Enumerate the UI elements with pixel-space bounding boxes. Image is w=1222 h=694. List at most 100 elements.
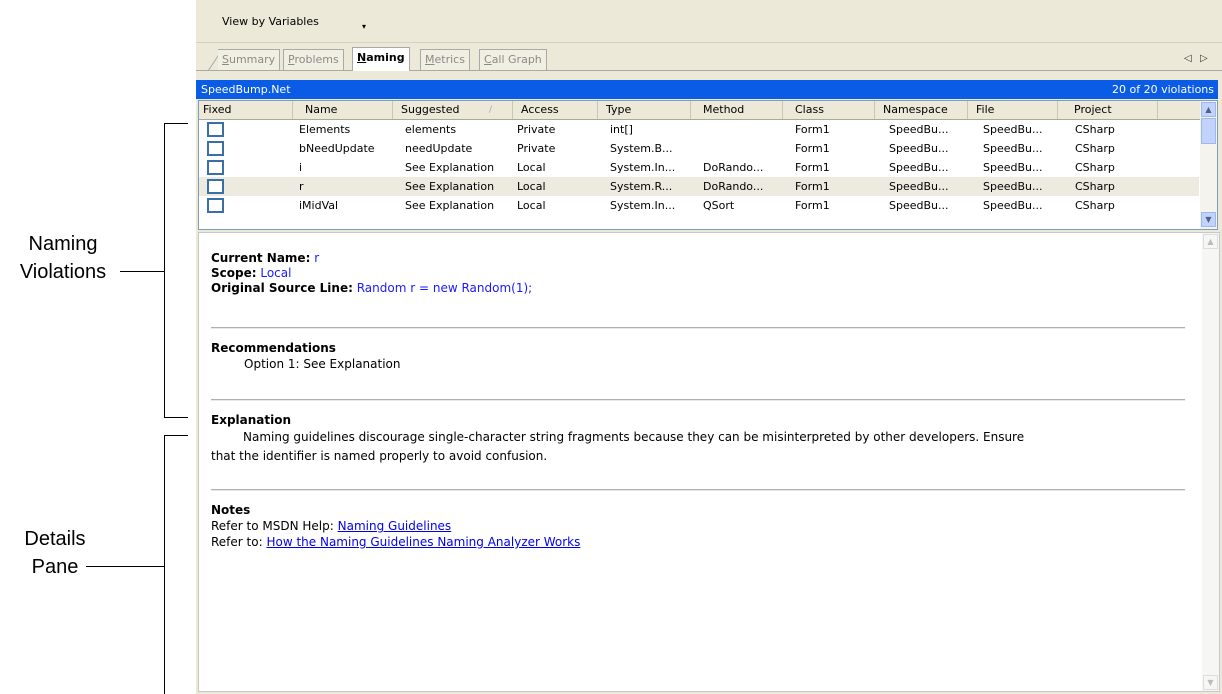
tab-metrics-mnemonic: M [425, 53, 435, 66]
details-vertical-scrollbar[interactable]: ▲ ▼ [1202, 233, 1219, 691]
panel-title-bar: SpeedBump.Net 20 of 20 violations [196, 80, 1218, 99]
file-cell: SpeedBu... [983, 161, 1043, 174]
class-cell: Form1 [795, 180, 830, 193]
tab-problems[interactable]: Problems [283, 49, 344, 70]
table-row[interactable]: bNeedUpdate needUpdate Private System.B... F… [199, 139, 1199, 158]
tab-summary-label: ummary [228, 53, 276, 66]
column-header-project[interactable]: Project [1058, 101, 1158, 119]
scroll-down-icon[interactable]: ▼ [1203, 675, 1218, 690]
class-cell: Form1 [795, 199, 830, 212]
tab-call-graph[interactable]: Call Graph [479, 49, 547, 70]
column-header-method[interactable]: Method [691, 101, 783, 119]
tab-naming-mnemonic: N [357, 51, 367, 64]
fixed-checkbox[interactable] [207, 122, 224, 137]
details-pane-pointer [86, 566, 165, 567]
column-header-type[interactable]: Type [598, 101, 691, 119]
fixed-cell [199, 139, 293, 158]
annotation-line-2: Pane [31, 556, 79, 578]
project-cell: CSharp [1075, 142, 1115, 155]
scope-label: Scope: [211, 266, 257, 280]
name-cell: bNeedUpdate [299, 142, 375, 155]
fixed-checkbox[interactable] [207, 141, 224, 156]
column-header-class[interactable]: Class [783, 101, 875, 119]
column-header-suggested[interactable]: Suggested / [393, 101, 513, 119]
annotation-line-1: Details [24, 528, 86, 550]
file-cell: SpeedBu... [983, 180, 1043, 193]
fixed-cell [199, 158, 293, 177]
suggested-cell: elements [405, 123, 457, 136]
violation-count: 20 of 20 violations [1112, 83, 1214, 96]
file-cell: SpeedBu... [983, 142, 1043, 155]
method-cell [703, 120, 793, 139]
type-cell: System.R... [610, 180, 673, 193]
tab-scroll-right-icon[interactable]: ▷ [1200, 53, 1208, 64]
analyzer-window: View by Variables ▾ Summary Problems Nam… [196, 0, 1222, 694]
project-cell: CSharp [1075, 199, 1115, 212]
current-name-value: r [314, 251, 320, 265]
column-header-namespace[interactable]: Namespace [875, 101, 968, 119]
access-cell: Local [517, 161, 546, 174]
toolbar: View by Variables ▾ [196, 0, 1222, 43]
namespace-cell: SpeedBu... [889, 123, 949, 136]
tab-naming[interactable]: Naming [352, 47, 410, 71]
note-msdn-prefix: Refer to MSDN Help: [211, 519, 334, 533]
project-cell: CSharp [1075, 123, 1115, 136]
current-name-line: Current Name: r [211, 251, 319, 266]
access-cell: Local [517, 180, 546, 193]
current-name-label: Current Name: [211, 251, 311, 265]
fixed-cell [199, 120, 293, 139]
table-row[interactable]: r See Explanation Local System.R... DoRando.… [199, 177, 1199, 196]
column-header-file[interactable]: File [968, 101, 1058, 119]
namespace-cell: SpeedBu... [889, 142, 949, 155]
method-cell: QSort [703, 199, 735, 212]
tab-problems-label: roblems [294, 53, 339, 66]
naming-violations-annotation: Naming Violations [8, 230, 118, 286]
method-cell: DoRando... [703, 180, 764, 193]
table-row[interactable]: Elements elements Private int[] Form1 SpeedBu… [199, 120, 1199, 139]
scroll-down-icon[interactable]: ▼ [1201, 212, 1216, 227]
tab-summary[interactable]: Summary [218, 49, 281, 70]
tab-strip: Summary Problems Naming Metrics Call Gra… [196, 45, 1222, 71]
class-cell: Form1 [795, 142, 830, 155]
tab-scroll-left-icon[interactable]: ◁ [1184, 53, 1192, 64]
namespace-cell: SpeedBu... [889, 161, 949, 174]
table-row[interactable]: i See Explanation Local System.In... DoRando… [199, 158, 1199, 177]
fixed-checkbox[interactable] [207, 179, 224, 194]
view-by-variables-button[interactable]: View by Variables [222, 15, 319, 28]
chevron-down-icon[interactable]: ▾ [362, 22, 366, 31]
namespace-cell: SpeedBu... [889, 199, 949, 212]
naming-violations-bracket-bottom [164, 417, 188, 418]
suggested-cell: See Explanation [405, 161, 495, 174]
annotation-line-1: Naming [28, 233, 98, 255]
suggested-cell: See Explanation [405, 199, 495, 212]
violations-grid: Fixed Name Suggested / Access Type Metho… [198, 100, 1218, 230]
project-cell: CSharp [1075, 161, 1115, 174]
access-cell: Private [517, 123, 556, 136]
grid-header: Fixed Name Suggested / Access Type Metho… [199, 101, 1217, 120]
scope-value: Local [260, 266, 292, 280]
details-pane-bracket-top [164, 435, 188, 436]
column-header-fixed[interactable]: Fixed [199, 101, 293, 119]
column-header-suggested-label: Suggested [401, 103, 460, 116]
recommendation-option: Option 1: See Explanation [244, 357, 401, 371]
column-header-name[interactable]: Name [293, 101, 393, 119]
fixed-checkbox[interactable] [207, 160, 224, 175]
tab-metrics[interactable]: Metrics [420, 49, 470, 70]
namespace-cell: SpeedBu... [889, 180, 949, 193]
scroll-thumb[interactable] [1201, 118, 1216, 144]
project-name: SpeedBump.Net [201, 83, 291, 96]
table-row[interactable]: iMidVal See Explanation Local System.In... Q… [199, 196, 1199, 215]
grid-vertical-scrollbar[interactable]: ▲ ▼ [1200, 101, 1217, 229]
scroll-up-icon[interactable]: ▲ [1201, 102, 1216, 117]
tab-summary-mnemonic: S [222, 53, 229, 66]
scroll-up-icon[interactable]: ▲ [1203, 234, 1218, 249]
project-cell: CSharp [1075, 180, 1115, 193]
naming-guidelines-link[interactable]: Naming Guidelines [338, 519, 452, 533]
column-header-access[interactable]: Access [513, 101, 598, 119]
fixed-checkbox[interactable] [207, 198, 224, 213]
note-analyzer: Refer to: How the Naming Guidelines Nami… [211, 535, 580, 550]
fixed-cell [199, 177, 293, 196]
note-analyzer-prefix: Refer to: [211, 535, 263, 549]
naming-violations-bracket [164, 123, 165, 418]
analyzer-works-link[interactable]: How the Naming Guidelines Naming Analyze… [266, 535, 580, 549]
